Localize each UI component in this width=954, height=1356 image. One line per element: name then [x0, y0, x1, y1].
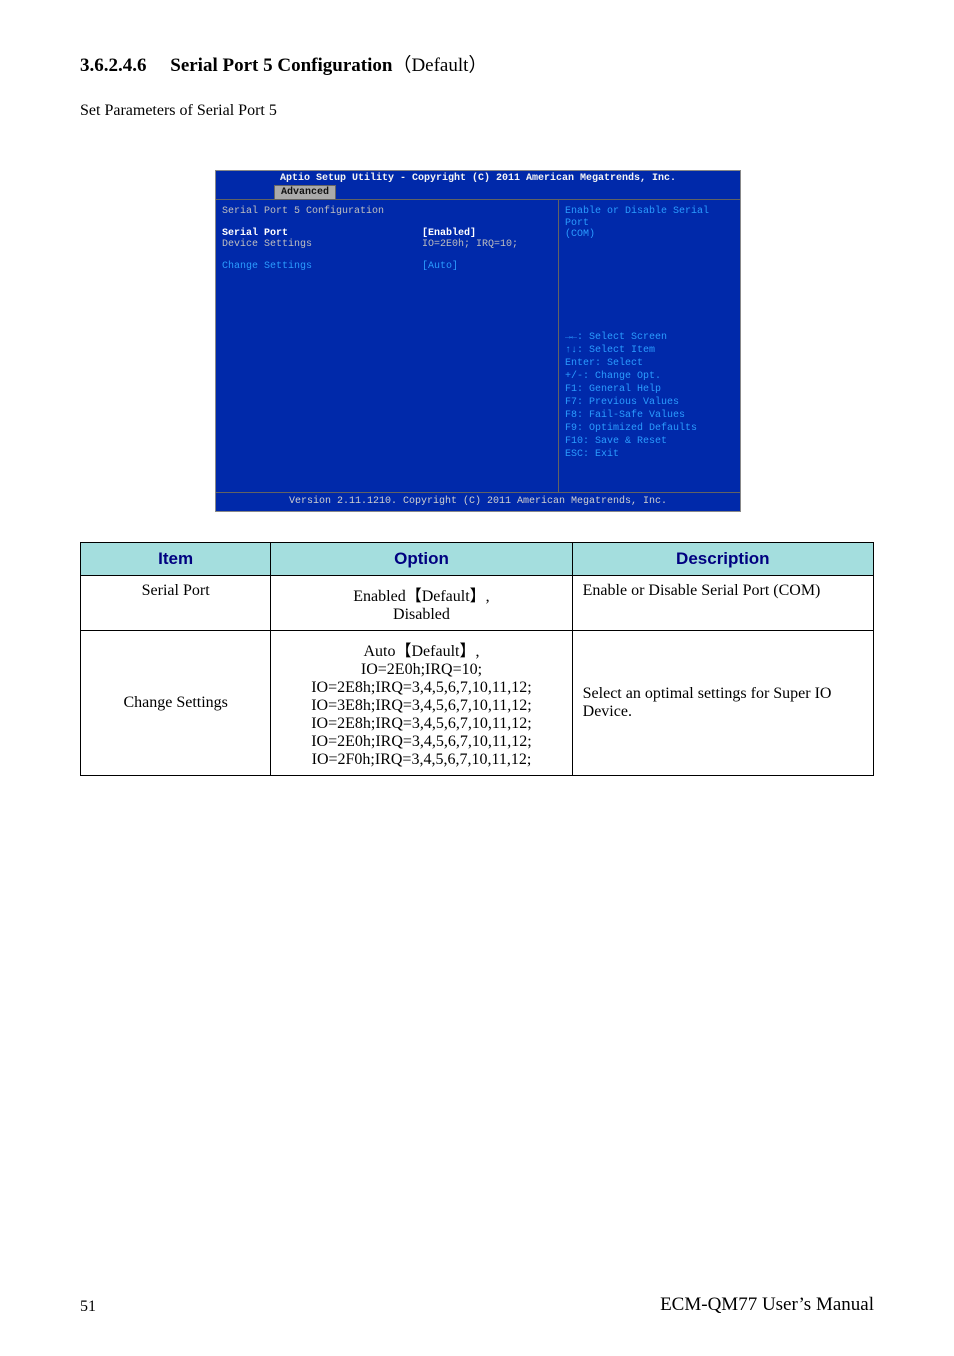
bios-help-description: Enable or Disable Serial Port (COM) — [565, 206, 734, 241]
section-number: 3.6.2.4.6 — [80, 55, 147, 76]
bios-screenshot: Aptio Setup Utility - Copyright (C) 2011… — [215, 170, 739, 512]
bios-right-panel: Enable or Disable Serial Port (COM) →←: … — [559, 200, 740, 492]
row-value: [Auto] — [422, 261, 458, 273]
section-description: Set Parameters of Serial Port 5 — [80, 102, 874, 120]
bios-left-panel: Serial Port 5 Configuration Serial Port … — [216, 200, 559, 492]
row-label: Device Settings — [222, 239, 422, 251]
bios-panel-heading: Serial Port 5 Configuration — [222, 206, 552, 218]
cell-item: Change Settings — [81, 630, 271, 775]
section-title: Serial Port 5 Configuration — [170, 55, 392, 76]
bios-row-change-settings[interactable]: Change Settings [Auto] — [222, 261, 552, 273]
bios-row-serial-port[interactable]: Serial Port [Enabled] — [222, 228, 552, 240]
bios-help-keys: →←: Select Screen ↑↓: Select Item Enter:… — [565, 331, 734, 486]
row-label: Change Settings — [222, 261, 422, 273]
th-option: Option — [271, 542, 572, 575]
bios-row-device-settings: Device Settings IO=2E0h; IRQ=10; — [222, 239, 552, 251]
bios-titlebar: Aptio Setup Utility - Copyright (C) 2011… — [216, 171, 740, 185]
table-row: Change Settings Auto【Default】, IO=2E0h;I… — [81, 630, 874, 775]
tab-advanced[interactable]: Advanced — [274, 185, 336, 200]
cell-item: Serial Port — [81, 575, 271, 630]
page-footer: 51 ECM-QM77 User’s Manual — [80, 1276, 874, 1316]
cell-option: Auto【Default】, IO=2E0h;IRQ=10; IO=2E8h;I… — [271, 630, 572, 775]
section-heading: 3.6.2.4.6 Serial Port 5 Configuration（De… — [80, 50, 874, 77]
th-item: Item — [81, 542, 271, 575]
bios-tabs: Advanced — [216, 185, 740, 200]
settings-table: Item Option Description Serial Port Enab… — [80, 542, 874, 776]
bios-footer: Version 2.11.1210. Copyright (C) 2011 Am… — [216, 492, 740, 511]
page-number: 51 — [80, 1298, 96, 1316]
manual-title: ECM-QM77 User’s Manual — [660, 1294, 874, 1316]
table-header-row: Item Option Description — [81, 542, 874, 575]
cell-option: Enabled【Default】, Disabled — [271, 575, 572, 630]
th-description: Description — [572, 542, 873, 575]
cell-desc: Enable or Disable Serial Port (COM) — [572, 575, 873, 630]
row-label: Serial Port — [222, 228, 422, 240]
table-row: Serial Port Enabled【Default】, Disabled E… — [81, 575, 874, 630]
cell-desc: Select an optimal settings for Super IO … — [572, 630, 873, 775]
row-value: IO=2E0h; IRQ=10; — [422, 239, 518, 251]
row-value: [Enabled] — [422, 228, 476, 240]
section-title-suffix: （Default） — [392, 55, 487, 76]
